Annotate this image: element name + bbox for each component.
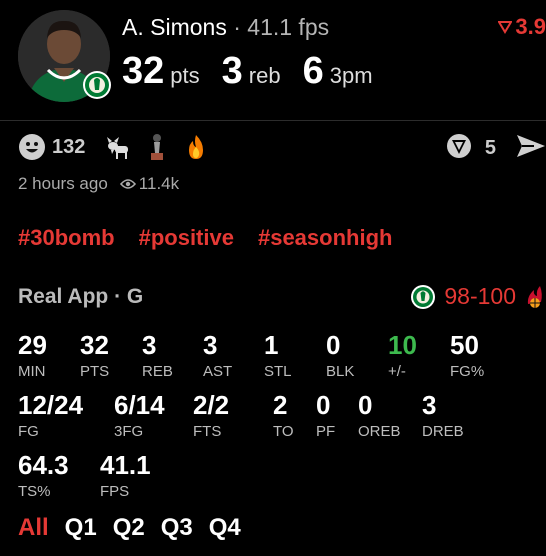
tab-q1[interactable]: Q1 <box>65 514 97 542</box>
tab-all[interactable]: All <box>18 514 49 542</box>
stat-value: 2/2 <box>193 390 230 420</box>
stat-label: BLK <box>326 363 355 380</box>
stat-value: 3 <box>142 330 157 360</box>
header-divider <box>0 120 546 121</box>
stat-stl: 1 STL <box>264 330 292 380</box>
stat-3pm-value: 6 <box>302 50 324 92</box>
stat-3fg: 6/14 3FG <box>114 390 165 440</box>
stat-value: 2 <box>273 390 288 420</box>
stat-label: 3FG <box>114 423 144 440</box>
stat-value: 0 <box>326 330 341 360</box>
stat-ts-pct: 64.3 TS% <box>18 450 69 500</box>
stat-value: 12/24 <box>18 390 84 420</box>
heat-logo-icon <box>527 285 542 308</box>
hashtag[interactable]: #positive <box>139 225 234 251</box>
tab-q3[interactable]: Q3 <box>161 514 193 542</box>
stat-label: AST <box>203 363 233 380</box>
game-source: Real App · G <box>18 285 144 308</box>
statline: 32 pts 3 reb 6 3pm <box>122 50 395 93</box>
stat-min: 29 MIN <box>18 330 47 380</box>
stat-label: TS% <box>18 483 51 500</box>
player-fps: 41.1 fps <box>247 14 330 40</box>
game-header: Real App · G 98-100 <box>18 283 546 315</box>
stat-value: 3 <box>422 390 437 420</box>
player-header: A. Simons · 41.1 fps 3.9 32 pts 3 reb 6 … <box>0 0 546 120</box>
post-meta: 2 hours ago 11.4k <box>18 174 179 194</box>
hashtags: #30bomb #positive #seasonhigh <box>18 225 392 251</box>
stat-value: 0 <box>358 390 373 420</box>
eye-icon <box>119 179 136 189</box>
stat-value: 41.1 <box>100 450 151 480</box>
down-arrow-icon <box>498 21 513 34</box>
rank-value: 3.9 <box>515 14 546 39</box>
stat-reb-value: 3 <box>221 50 243 92</box>
share-count: 5 <box>484 137 496 159</box>
name-separator: · <box>233 14 241 40</box>
views-count: 11.4k <box>138 174 180 193</box>
rank-indicator: 3.9 <box>498 14 546 40</box>
stat-label: +/- <box>388 363 406 380</box>
send-icon[interactable] <box>516 133 546 164</box>
stat-dreb: 3 DREB <box>422 390 464 440</box>
stat-label: FPS <box>100 483 130 500</box>
reaction-count: 132 <box>52 135 86 158</box>
stat-value: 3 <box>203 330 218 360</box>
stat-label: DREB <box>422 423 464 440</box>
stat-fps: 41.1 FPS <box>100 450 151 500</box>
celtics-logo-icon <box>83 71 111 99</box>
stat-reb: 3 REB <box>142 330 173 380</box>
stat-oreb: 0 OREB <box>358 390 401 440</box>
stat-ast: 3 AST <box>203 330 232 380</box>
trophy-icon[interactable] <box>145 133 169 161</box>
goat-icon[interactable] <box>103 133 131 161</box>
stat-value: 29 <box>18 330 47 360</box>
reactions-row: 132 5 <box>18 132 546 162</box>
stat-plus-minus: 10 +/- <box>388 330 417 380</box>
smiley-icon[interactable] <box>18 133 46 161</box>
stat-3pm-unit: 3pm <box>329 63 373 88</box>
stat-label: FG <box>18 423 39 440</box>
period-tabs: All Q1 Q2 Q3 Q4 <box>18 514 241 542</box>
stat-pf: 0 PF <box>316 390 335 440</box>
stat-pts-unit: pts <box>170 63 200 88</box>
score-value: 98-100 <box>444 283 516 309</box>
stat-label: MIN <box>18 363 46 380</box>
stat-label: FTS <box>193 423 222 440</box>
stat-label: FG% <box>450 363 485 380</box>
time-ago: 2 hours ago <box>18 174 108 193</box>
stat-pts-value: 32 <box>122 50 165 92</box>
tab-q2[interactable]: Q2 <box>113 514 145 542</box>
stat-pts: 32 PTS <box>80 330 109 380</box>
stat-value: 64.3 <box>18 450 69 480</box>
stat-fg-pct: 50 FG% <box>450 330 484 380</box>
vibe-icon[interactable] <box>445 132 473 165</box>
tab-q4[interactable]: Q4 <box>209 514 241 542</box>
hashtag[interactable]: #seasonhigh <box>258 225 392 251</box>
stat-fts: 2/2 FTS <box>193 390 229 440</box>
stat-label: PF <box>316 423 336 440</box>
hashtag[interactable]: #30bomb <box>18 225 115 251</box>
game-score[interactable]: 98-100 <box>410 283 546 310</box>
stat-value: 1 <box>264 330 279 360</box>
stat-label: OREB <box>358 423 401 440</box>
stat-value: 10 <box>388 330 417 360</box>
stat-value: 50 <box>450 330 479 360</box>
stat-value: 0 <box>316 390 331 420</box>
stat-value: 32 <box>80 330 109 360</box>
fire-icon[interactable] <box>183 133 209 161</box>
share-controls: 5 <box>445 132 546 165</box>
stat-label: STL <box>264 363 292 380</box>
stat-label: TO <box>273 423 294 440</box>
stat-value: 6/14 <box>114 390 165 420</box>
stat-reb-unit: reb <box>248 63 281 88</box>
stat-label: PTS <box>80 363 110 380</box>
stat-label: REB <box>142 363 173 380</box>
stat-fg: 12/24 FG <box>18 390 83 440</box>
stat-to: 2 TO <box>273 390 294 440</box>
player-name[interactable]: A. Simons <box>122 14 227 40</box>
player-name-line[interactable]: A. Simons · 41.1 fps <box>122 14 329 41</box>
celtics-logo-icon <box>411 284 436 309</box>
views: 11.4k <box>119 174 180 194</box>
stat-blk: 0 BLK <box>326 330 354 380</box>
